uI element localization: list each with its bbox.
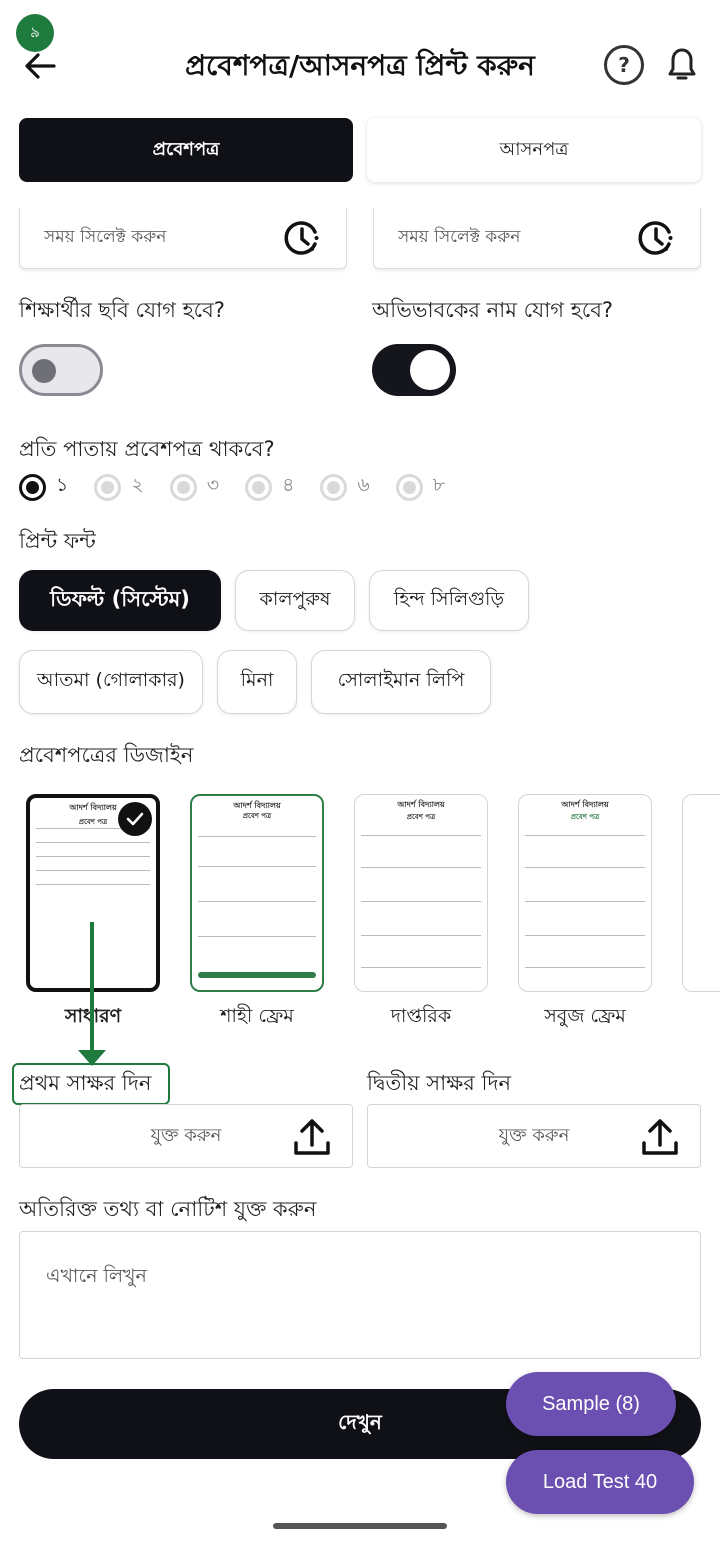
card-mini-subtitle: প্রবেশ পত্র — [406, 813, 436, 821]
load-test-button[interactable]: Load Test 40 — [506, 1450, 694, 1514]
design-label: প্রবেশপত্রের ডিজাইন — [19, 743, 194, 767]
tab-seat-card[interactable]: আসনপত্র — [367, 118, 701, 182]
radio-icon — [395, 473, 423, 501]
notice-placeholder: এখানে লিখুন — [46, 1265, 147, 1287]
help-button[interactable]: ? — [604, 45, 644, 85]
toggle-knob — [410, 350, 450, 390]
font-chip-mina[interactable]: মিনা — [217, 650, 297, 714]
clock-icon — [284, 221, 319, 255]
bell-icon — [668, 48, 696, 80]
print-font-label: প্রিন্ট ফন্ট — [19, 529, 96, 553]
per-page-radio-group: ১ ২ ৩ ৪ ৬ ৮ — [19, 471, 471, 503]
card-mini-subtitle: প্রবেশ পত্র — [570, 813, 600, 821]
guardian-name-toggle[interactable] — [372, 344, 456, 396]
time-select-field-1[interactable]: সময় সিলেক্ট করুন — [19, 208, 347, 269]
help-icon: ? — [618, 53, 630, 77]
upload-icon — [294, 1119, 330, 1155]
time-select-field-2[interactable]: সময় সিলেক্ট করুন — [373, 208, 701, 269]
font-chip-solaiman-lipi[interactable]: সোলাইমান লিপি — [311, 650, 491, 714]
font-chip-kalpurush[interactable]: কালপুরুষ — [235, 570, 355, 631]
notification-button[interactable] — [664, 45, 700, 85]
font-chip-atma[interactable]: আতমা (গোলাকার) — [19, 650, 203, 714]
radio-per-page-6[interactable]: ৬ — [320, 471, 370, 503]
arrow-left-icon — [25, 53, 56, 79]
upload-icon — [642, 1119, 678, 1155]
checkmark-icon — [118, 802, 152, 836]
time-field-placeholder: সময় সিলেক্ট করুন — [398, 227, 521, 247]
first-signature-label: প্রথম সাক্ষর দিন — [19, 1071, 152, 1095]
toggle-knob — [32, 359, 56, 383]
back-button[interactable] — [20, 48, 60, 84]
student-photo-toggle[interactable] — [19, 344, 103, 396]
first-signature-upload[interactable]: যুক্ত করুন — [19, 1104, 353, 1168]
font-chip-default[interactable]: ডিফল্ট (সিস্টেম) — [19, 570, 221, 631]
radio-per-page-3[interactable]: ৩ — [169, 471, 219, 503]
radio-per-page-2[interactable]: ২ — [94, 471, 144, 503]
clock-icon — [638, 221, 673, 255]
annotation-arrow — [90, 922, 94, 1052]
design-card-official[interactable]: আদর্শ বিদ্যালয় প্রবেশ পত্র — [354, 794, 488, 992]
guardian-name-label: অভিভাবকের নাম যোগ হবে? — [372, 298, 614, 322]
notice-textarea[interactable]: এখানে লিখুন — [19, 1231, 701, 1359]
upload-label: যুক্ত করুন — [150, 1124, 222, 1146]
second-signature-upload[interactable]: যুক্ত করুন — [367, 1104, 701, 1168]
radio-icon — [245, 473, 273, 501]
sample-button[interactable]: Sample (8) — [506, 1372, 676, 1436]
upload-label: যুক্ত করুন — [498, 1124, 570, 1146]
font-chip-hind-siliguri[interactable]: হিন্দ সিলিগুড়ি — [369, 570, 529, 631]
per-page-label: প্রতি পাতায় প্রবেশপত্র থাকবে? — [19, 437, 275, 461]
design-card-green-frame[interactable]: আদর্শ বিদ্যালয় প্রবেশ পত্র — [518, 794, 652, 992]
design-card-royal-frame[interactable]: আদর্শ বিদ্যালয় প্রবেশ পত্র — [190, 794, 324, 992]
home-indicator[interactable] — [273, 1523, 447, 1529]
radio-per-page-4[interactable]: ৪ — [245, 471, 294, 503]
card-label-royal-frame: শাহী ফ্রেম — [220, 1005, 294, 1027]
radio-icon — [94, 473, 122, 501]
card-mini-subtitle: প্রবেশ পত্র — [242, 812, 272, 820]
tab-admit-card[interactable]: প্রবেশপত্র — [19, 118, 353, 182]
step-badge: ৯ — [16, 14, 54, 52]
second-signature-label: দ্বিতীয় সাক্ষর দিন — [367, 1071, 512, 1095]
card-label-official: দাপ্তরিক — [390, 1005, 452, 1027]
card-label-green-frame: সবুজ ফ্রেম — [544, 1005, 626, 1027]
radio-icon — [320, 473, 348, 501]
radio-icon — [169, 473, 197, 501]
radio-per-page-1[interactable]: ১ — [19, 471, 68, 503]
time-field-placeholder: সময় সিলেক্ট করুন — [44, 227, 167, 247]
design-card-partial[interactable] — [682, 794, 720, 992]
page-title: প্রবেশপত্র/আসনপত্র প্রিন্ট করুন — [185, 49, 535, 82]
notice-label: অতিরিক্ত তথ্য বা নোটিশ যুক্ত করুন — [19, 1197, 317, 1221]
radio-selected-icon — [19, 473, 46, 501]
student-photo-label: শিক্ষার্থীর ছবি যোগ হবে? — [19, 298, 225, 322]
radio-per-page-8[interactable]: ৮ — [395, 471, 445, 503]
